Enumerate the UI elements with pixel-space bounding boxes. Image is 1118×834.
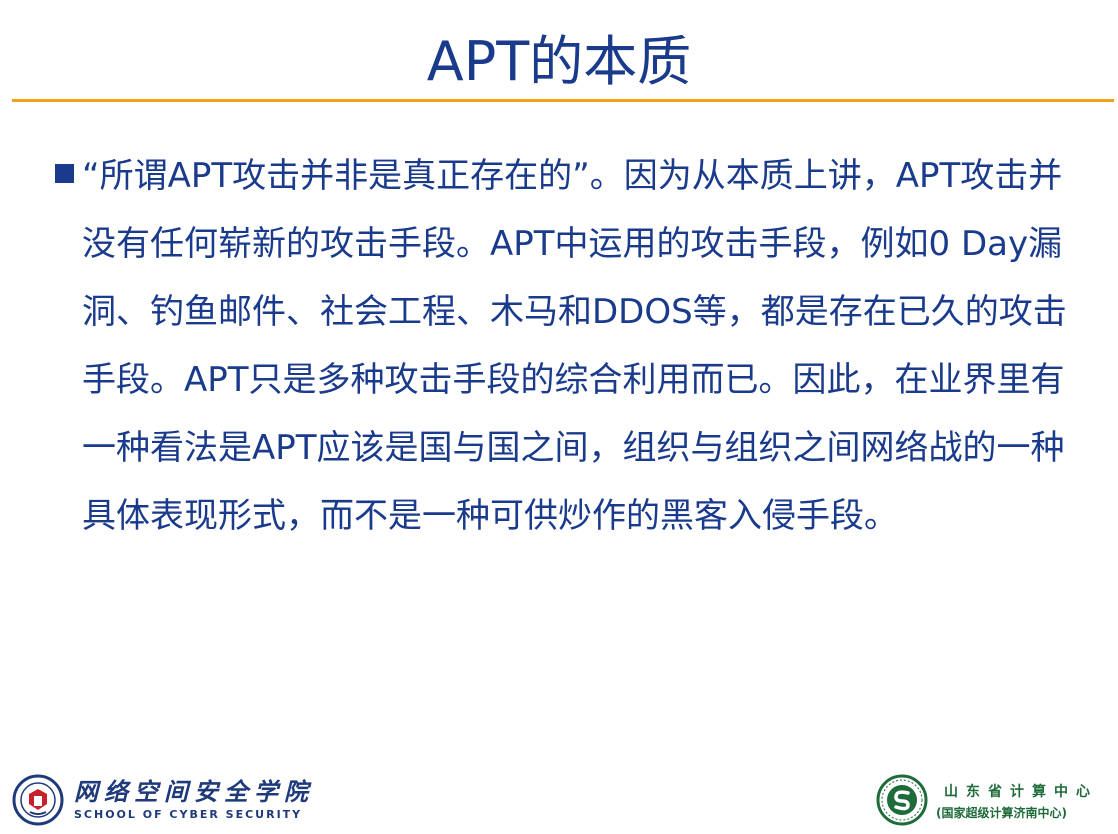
center-subtitle: (国家超级计算济南中心)	[936, 806, 1067, 820]
title-divider	[12, 99, 1114, 102]
school-name-en: SCHOOL OF CYBER SECURITY	[74, 808, 303, 821]
bullet-item: “所谓APT攻击并非是真正存在的”。因为从本质上讲，APT攻击并没有任何崭新的攻…	[55, 142, 1082, 550]
bullet-text: “所谓APT攻击并非是真正存在的”。因为从本质上讲，APT攻击并没有任何崭新的攻…	[82, 156, 1067, 536]
center-name-cn: 山东省计算中心	[944, 784, 1098, 800]
university-emblem-icon	[12, 774, 64, 826]
school-name-cn: 网络空间安全学院	[74, 777, 314, 806]
slide-title: APT的本质	[426, 30, 692, 93]
bullet-square-icon	[55, 164, 74, 183]
computing-center-emblem-icon	[876, 774, 928, 830]
center-logo-block: 山东省计算中心 (国家超级计算济南中心)	[876, 774, 1098, 830]
school-logo-block: 网络空间安全学院 SCHOOL OF CYBER SECURITY	[12, 772, 314, 828]
